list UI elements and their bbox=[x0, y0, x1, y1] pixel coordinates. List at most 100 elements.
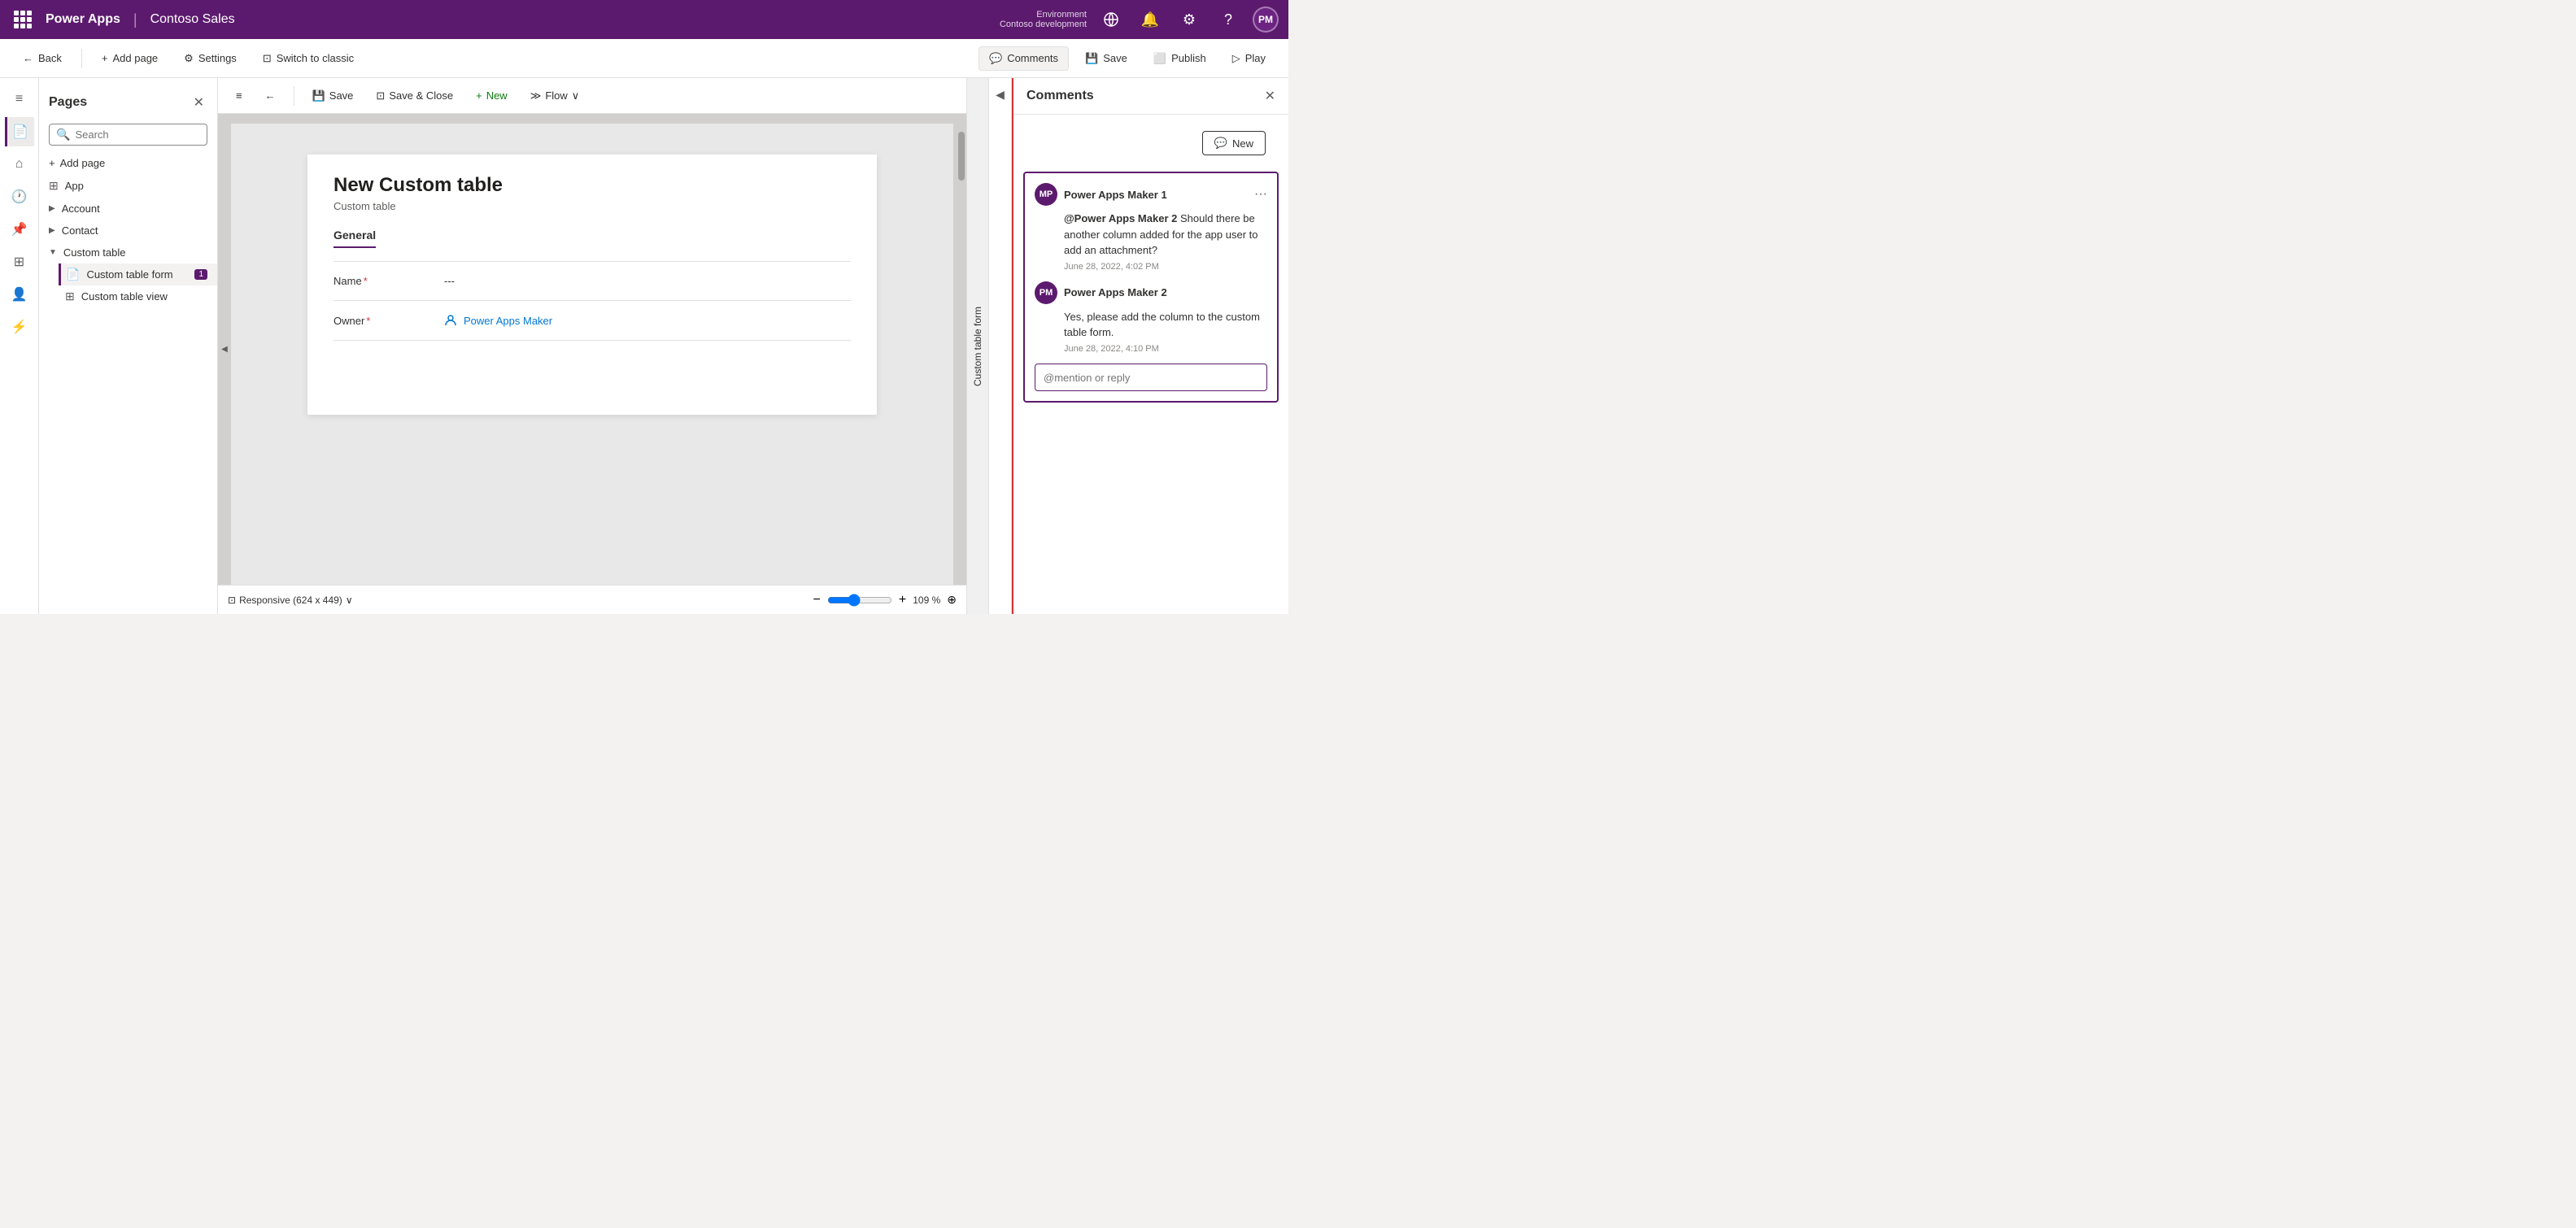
main-layout: ≡ 📄 ⌂ 🕐 📌 ⊞ 👤 ⚡ Pages ✕ 🔍 + Add page ⊞ A… bbox=[0, 78, 1288, 614]
switch-classic-button[interactable]: ⊡ Switch to classic bbox=[253, 47, 364, 70]
zoom-plus-btn[interactable]: + bbox=[899, 593, 906, 607]
play-button[interactable]: ▷ Play bbox=[1223, 47, 1275, 70]
pages-panel-close[interactable]: ✕ bbox=[190, 91, 207, 114]
nav-app-icon: ⊞ bbox=[49, 179, 59, 193]
sidebar-icon-home[interactable]: ⌂ bbox=[5, 150, 34, 179]
nav-item-custom-table[interactable]: ▼ Custom table bbox=[39, 242, 217, 263]
form-tab-general[interactable]: General bbox=[333, 229, 376, 248]
canvas-save-btn[interactable]: 💾 Save bbox=[304, 85, 362, 107]
canvas-save-close-btn[interactable]: ⊡ Save & Close bbox=[368, 85, 461, 107]
sidebar-icon-table[interactable]: ⊞ bbox=[5, 247, 34, 277]
canvas-back-icon: ← bbox=[265, 89, 276, 102]
canvas-scroll-area[interactable]: New Custom table Custom table General Na… bbox=[231, 114, 953, 585]
comment-reply-box[interactable] bbox=[1035, 364, 1267, 391]
vertical-label-bar[interactable]: Custom table form bbox=[966, 78, 989, 614]
nav-contact-label: Contact bbox=[62, 224, 98, 237]
canvas-flow-icon: ≫ bbox=[530, 89, 542, 102]
settings-label: Settings bbox=[198, 52, 237, 64]
add-page-plus-icon: + bbox=[49, 157, 55, 169]
back-button[interactable]: ← Back bbox=[13, 47, 72, 69]
comments-close-btn[interactable]: ✕ bbox=[1265, 88, 1275, 104]
canvas-scroll-left[interactable]: ◀ bbox=[218, 114, 231, 585]
publish-button[interactable]: ⬜ Publish bbox=[1144, 47, 1216, 70]
nav-account-expand-icon: ▶ bbox=[49, 204, 55, 213]
comment-date-1: June 28, 2022, 4:02 PM bbox=[1035, 262, 1267, 272]
nav-account-label: Account bbox=[62, 202, 100, 215]
collapse-arrow-icon: ◀ bbox=[996, 88, 1005, 102]
fit-icon[interactable]: ⊕ bbox=[947, 593, 957, 607]
sidebar-icon-pages[interactable]: 📄 bbox=[5, 117, 34, 146]
comments-new-label: New bbox=[1232, 137, 1253, 150]
title-separator: | bbox=[133, 11, 137, 28]
environment-icon[interactable] bbox=[1096, 5, 1126, 34]
canvas-new-btn[interactable]: + New bbox=[468, 85, 516, 106]
sidebar-icon-history[interactable]: 🕐 bbox=[5, 182, 34, 211]
settings-icon[interactable]: ⚙ bbox=[1175, 5, 1204, 34]
env-name: Contoso development bbox=[1000, 20, 1087, 29]
nav-item-custom-table-form[interactable]: 📄 Custom table form 1 bbox=[59, 263, 217, 285]
field-value-name[interactable]: --- bbox=[444, 275, 851, 287]
comment-more-btn-1[interactable]: ··· bbox=[1254, 187, 1267, 202]
responsive-label[interactable]: ⊡ Responsive (624 x 449) ∨ bbox=[228, 594, 353, 606]
nav-item-custom-table-view[interactable]: ⊞ Custom table view bbox=[59, 285, 217, 307]
nav-item-contact[interactable]: ▶ Contact bbox=[39, 220, 217, 242]
user-avatar[interactable]: PM bbox=[1253, 7, 1279, 33]
search-input[interactable] bbox=[75, 128, 218, 141]
comment-avatar-1: MP bbox=[1035, 183, 1057, 206]
comment-text-1: @Power Apps Maker 2 Should there be anot… bbox=[1035, 211, 1267, 259]
search-box[interactable]: 🔍 bbox=[49, 124, 207, 146]
form-canvas: New Custom table Custom table General Na… bbox=[307, 155, 877, 415]
comment-date-2: June 28, 2022, 4:10 PM bbox=[1035, 344, 1267, 354]
canvas-content[interactable]: ◀ New Custom table Custom table General bbox=[218, 114, 966, 585]
form-fields: Name* --- Owner* Power Apps Maker bbox=[333, 261, 851, 341]
sidebar-icon-sitemap[interactable]: ⚡ bbox=[5, 312, 34, 342]
comments-button[interactable]: 💬 Comments bbox=[979, 46, 1069, 71]
canvas-new-label: New bbox=[486, 89, 508, 102]
comments-panel-title: Comments bbox=[1026, 89, 1094, 103]
add-page-btn[interactable]: + Add page bbox=[39, 152, 217, 174]
canvas-flow-btn[interactable]: ≫ Flow ∨ bbox=[522, 85, 588, 107]
sidebar-icon-pin[interactable]: 📌 bbox=[5, 215, 34, 244]
help-icon[interactable]: ? bbox=[1214, 5, 1243, 34]
field-label-owner: Owner* bbox=[333, 315, 431, 327]
comments-new-button[interactable]: 💬 New bbox=[1202, 131, 1266, 155]
owner-person-icon bbox=[444, 314, 457, 327]
canvas-menu-btn[interactable]: ≡ bbox=[228, 85, 251, 106]
save-label: Save bbox=[1103, 52, 1127, 64]
canvas-back-btn[interactable]: ← bbox=[257, 85, 284, 106]
owner-name: Power Apps Maker bbox=[464, 315, 552, 327]
toolbar-separator-1 bbox=[81, 49, 82, 68]
add-page-label: Add page bbox=[60, 157, 106, 169]
nav-view-label: Custom table view bbox=[81, 290, 168, 303]
field-value-owner[interactable]: Power Apps Maker bbox=[444, 314, 552, 327]
save-button[interactable]: 💾 Save bbox=[1075, 47, 1137, 70]
zoom-slider[interactable] bbox=[827, 594, 892, 607]
comments-icon: 💬 bbox=[989, 52, 1002, 65]
sidebar-icon-person[interactable]: 👤 bbox=[5, 280, 34, 309]
add-page-label: Add page bbox=[113, 52, 159, 64]
field-label-name: Name* bbox=[333, 275, 431, 287]
zoom-minus-btn[interactable]: − bbox=[813, 593, 821, 607]
responsive-text: Responsive (624 x 449) bbox=[239, 594, 342, 606]
add-page-button[interactable]: + Add page bbox=[92, 47, 168, 69]
switch-label: Switch to classic bbox=[277, 52, 354, 64]
nav-item-account[interactable]: ▶ Account bbox=[39, 198, 217, 220]
collapse-comments-btn[interactable]: ◀ bbox=[989, 78, 1012, 614]
comment-avatar-initials-1: MP bbox=[1040, 189, 1053, 199]
field-name-required: * bbox=[364, 275, 368, 287]
comment-user-row-1: MP Power Apps Maker 1 ··· bbox=[1035, 183, 1267, 206]
app-grid-icon[interactable] bbox=[10, 7, 36, 33]
comments-new-btn-row: 💬 New bbox=[1013, 115, 1288, 172]
zoom-percentage: 109 % bbox=[913, 594, 940, 606]
canvas-new-icon: + bbox=[476, 89, 482, 102]
notification-icon[interactable]: 🔔 bbox=[1135, 5, 1165, 34]
settings-button[interactable]: ⚙ Settings bbox=[174, 47, 246, 70]
sidebar-icon-hamburger[interactable]: ≡ bbox=[5, 85, 34, 114]
comment-text-2: Yes, please add the column to the custom… bbox=[1035, 309, 1267, 341]
add-icon: + bbox=[102, 52, 108, 64]
canvas-scrollbar-v[interactable] bbox=[957, 114, 966, 585]
comment-reply-input[interactable] bbox=[1044, 372, 1258, 384]
vertical-label-text: Custom table form bbox=[972, 306, 983, 385]
waffle-icon bbox=[14, 11, 32, 28]
nav-item-app[interactable]: ⊞ App bbox=[39, 174, 217, 198]
